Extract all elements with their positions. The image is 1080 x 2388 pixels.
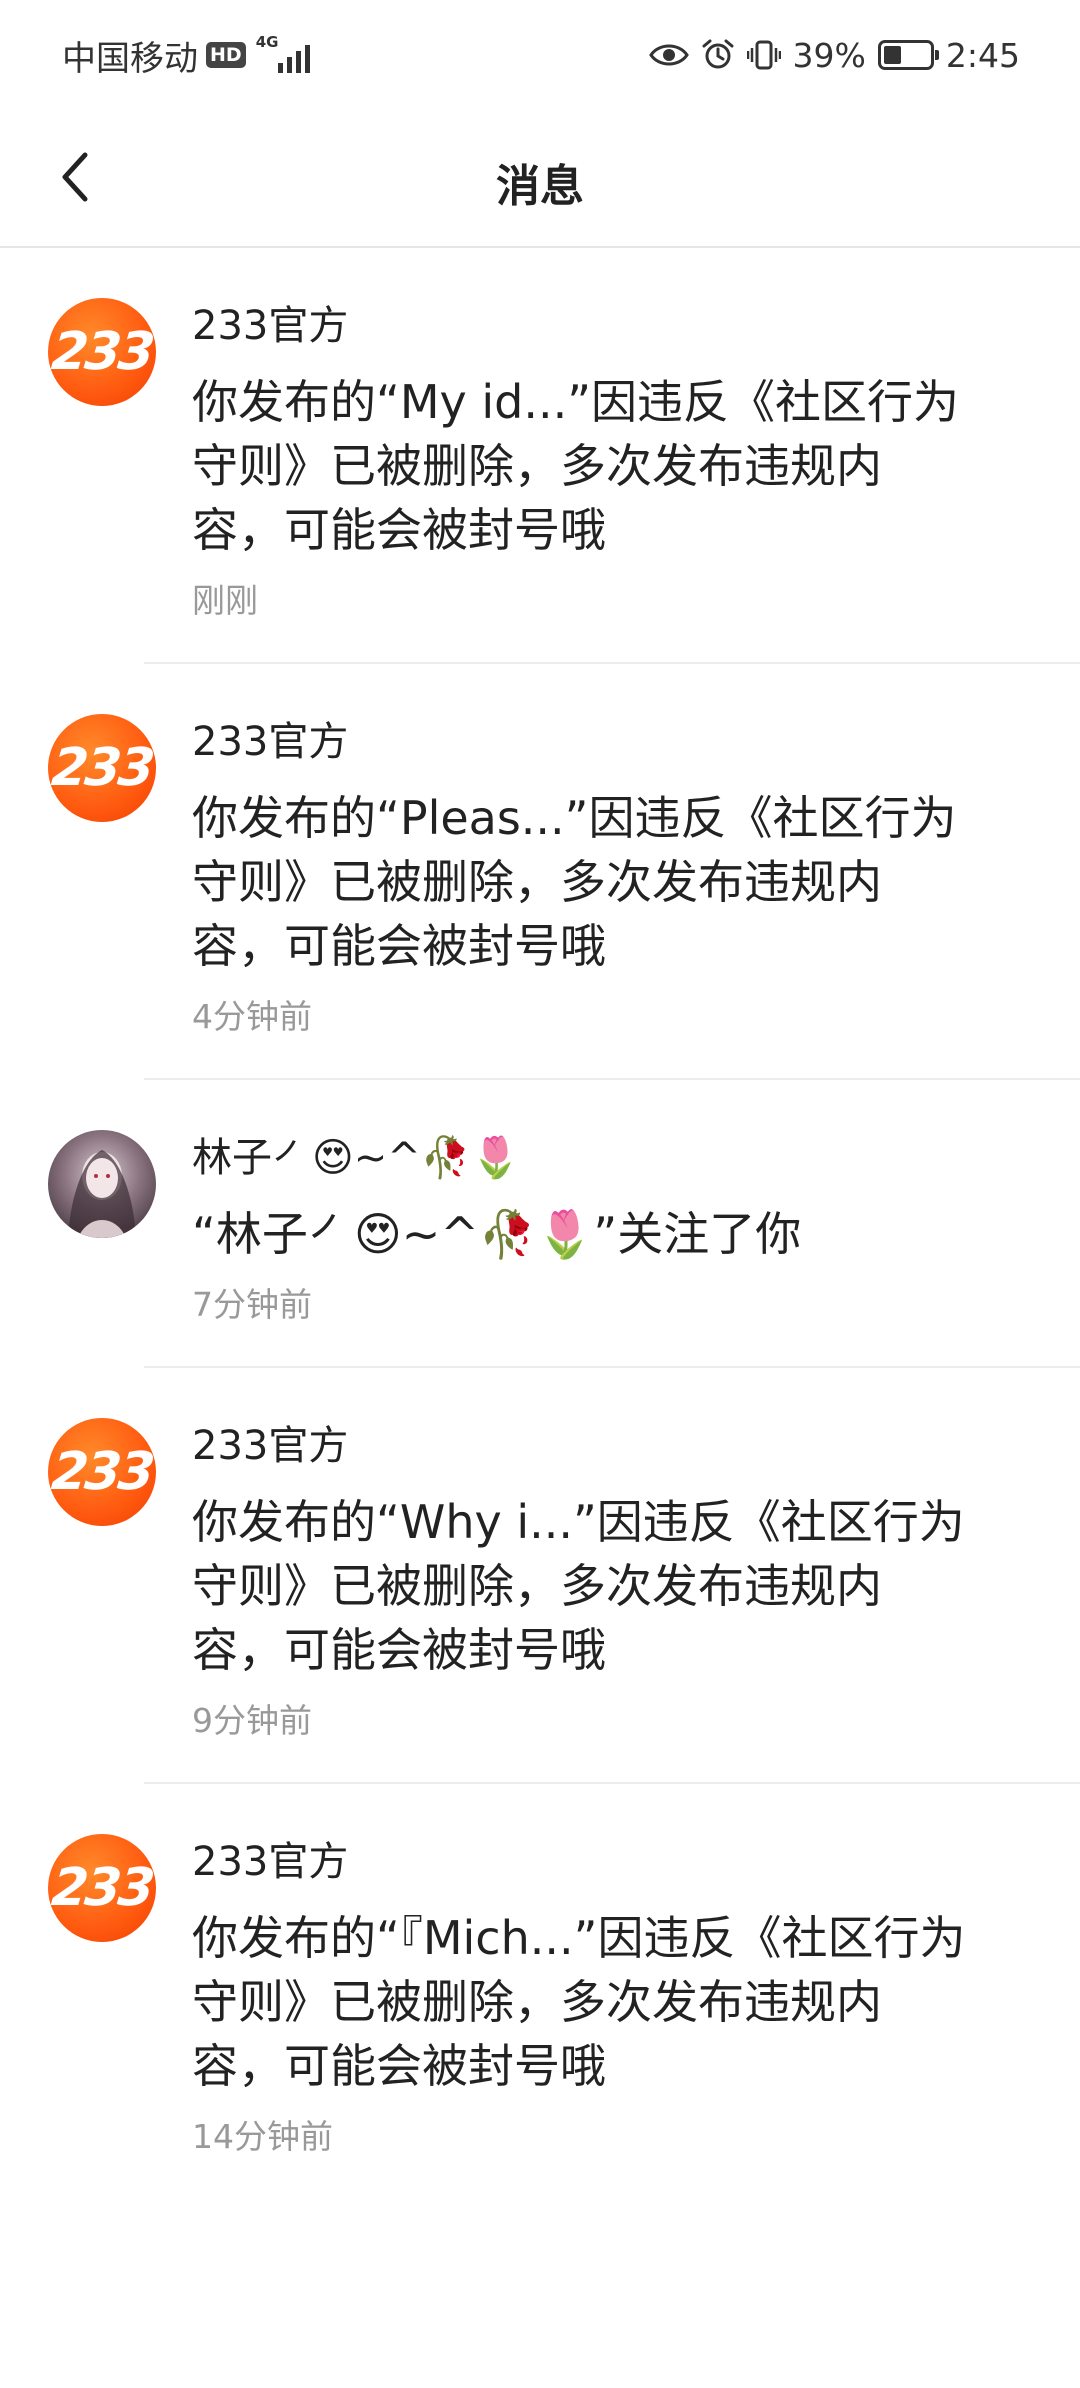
eye-icon [648,41,689,69]
sender-name: 233官方 [192,1839,349,1885]
hd-badge: HD [206,42,246,68]
network-type: 4G [255,33,279,51]
message-content: “林子㇒😍~^🥀🌷”关注了你 [192,1207,802,1261]
clock: 2:45 [945,35,1020,75]
alarm-icon [701,38,735,72]
carrier-name: 中国移动 [62,38,198,79]
status-right: 39% 2:45 [648,30,1020,80]
battery-icon [877,40,939,70]
message-time: 9分钟前 [192,1701,312,1740]
avatar[interactable] [48,1130,156,1238]
message-item[interactable]: 233 233官方 你发布的“『Mich...”因违反《社区行为守则》已被删除，… [0,1784,1080,2200]
avatar-text: 233 [49,322,155,382]
message-item[interactable]: 233 233官方 你发布的“My id...”因违反《社区行为守则》已被删除，… [0,248,1080,664]
status-left: 中国移动 HD 4G [62,30,310,80]
avatar-text: 233 [49,1442,155,1502]
sender-name: 林子㇒😍~^🥀🌷 [192,1135,521,1181]
page-title: 消息 [496,161,584,212]
app-header: 消息 [0,110,1080,248]
avatar-text: 233 [49,738,155,798]
message-list: 233 233官方 你发布的“My id...”因违反《社区行为守则》已被删除，… [0,248,1080,2200]
avatar[interactable]: 233 [48,714,156,822]
message-time: 14分钟前 [192,2117,333,2156]
message-time: 7分钟前 [192,1285,312,1324]
sender-name: 233官方 [192,303,349,349]
message-content: 你发布的“My id...”因违反《社区行为守则》已被删除，多次发布违规内容，可… [192,375,960,557]
vibrate-icon [746,38,781,72]
avatar[interactable]: 233 [48,1418,156,1526]
status-bar: 中国移动 HD 4G 39% 2:45 [0,0,1080,110]
battery-percent: 39% [792,35,866,75]
avatar-text: 233 [49,1858,155,1918]
sender-name: 233官方 [192,1423,349,1469]
message-content: 你发布的“Pleas...”因违反《社区行为守则》已被删除，多次发布违规内容，可… [192,791,957,973]
message-content: 你发布的“『Mich...”因违反《社区行为守则》已被删除，多次发布违规内容，可… [192,1911,966,2093]
avatar[interactable]: 233 [48,1834,156,1942]
sender-name: 233官方 [192,719,349,765]
avatar[interactable]: 233 [48,298,156,406]
message-item[interactable]: 林子㇒😍~^🥀🌷 “林子㇒😍~^🥀🌷”关注了你 7分钟前 [0,1080,1080,1368]
message-time: 刚刚 [192,581,258,620]
message-item[interactable]: 233 233官方 你发布的“Pleas...”因违反《社区行为守则》已被删除，… [0,664,1080,1080]
message-time: 4分钟前 [192,997,312,1036]
message-item[interactable]: 233 233官方 你发布的“Why i...”因违反《社区行为守则》已被删除，… [0,1368,1080,1784]
message-content: 你发布的“Why i...”因违反《社区行为守则》已被删除，多次发布违规内容，可… [192,1495,965,1677]
signal-icon: 4G [256,33,310,73]
